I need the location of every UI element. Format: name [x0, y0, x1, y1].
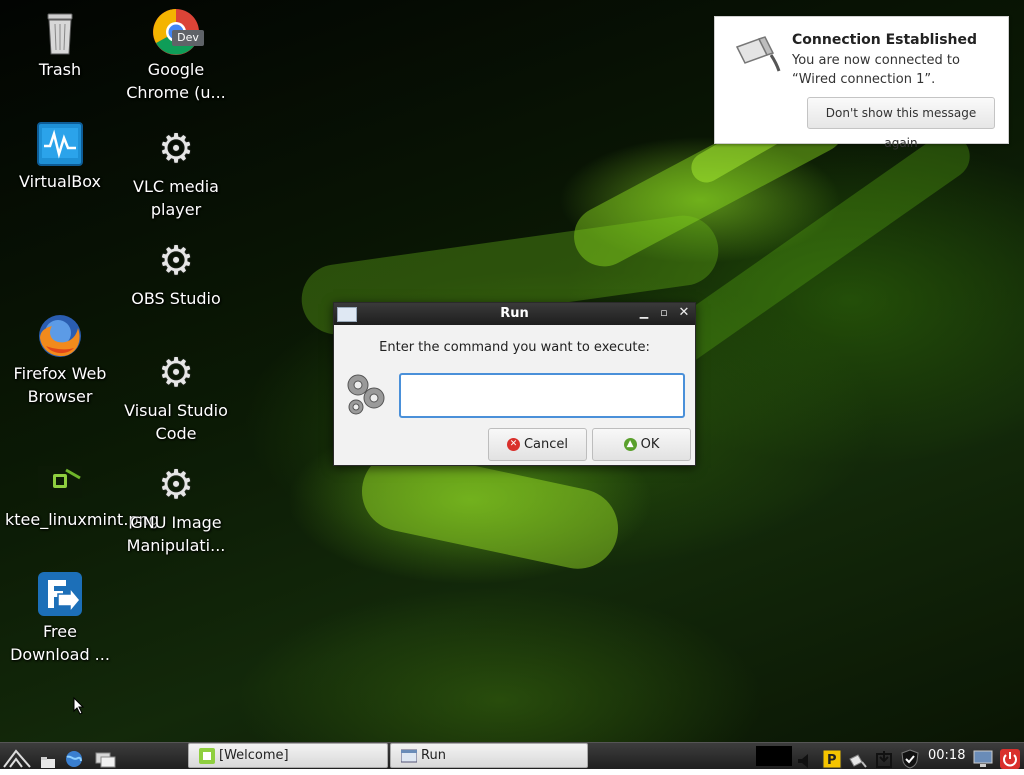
network-wired-icon[interactable]	[848, 747, 868, 773]
network-notification: Connection Established You are now conne…	[714, 16, 1009, 150]
gear-icon: ⚙	[158, 126, 194, 172]
desktop-icon-label: ktee_linuxmint.png	[5, 510, 159, 529]
run-prompt-label: Enter the command you want to execute:	[379, 340, 650, 355]
desktop-icon-label: Google Chrome (u...	[126, 60, 226, 102]
desktop-icon-label: Visual Studio Code	[124, 401, 228, 443]
free-download-manager-icon	[36, 570, 84, 618]
updates-icon[interactable]	[874, 746, 894, 772]
monitor-icon[interactable]	[972, 746, 994, 772]
gears-icon	[347, 374, 385, 415]
trash-icon	[36, 8, 84, 56]
file-manager-icon[interactable]	[40, 749, 56, 775]
shield-icon[interactable]	[900, 746, 920, 772]
gear-icon: ⚙	[158, 238, 194, 284]
cancel-button-label: Cancel	[523, 437, 569, 452]
desktop-icon-vlc[interactable]: ⚙ VLC media player	[121, 125, 231, 221]
taskbar: [Welcome] Run P 00:18	[0, 742, 1024, 769]
notification-title: Connection Established	[792, 32, 978, 48]
dont-show-again-button[interactable]: Don't show this message again	[807, 97, 995, 150]
desktop-icon-label: Free Download ...	[10, 622, 110, 664]
desktop-icon-label: GNU Image Manipulati...	[126, 513, 226, 555]
taskbar-item-label: [Welcome]	[219, 748, 289, 763]
chrome-dev-badge: Dev	[172, 30, 204, 46]
system-monitor-graph	[756, 746, 792, 766]
desktop-icon-free-download-manager[interactable]: Free Download ...	[5, 570, 115, 666]
desktop-icon-label: VirtualBox	[18, 172, 102, 191]
desktop-icon-virtualbox[interactable]: VirtualBox	[5, 120, 115, 193]
close-icon[interactable]: ✕	[677, 305, 691, 321]
desktop-icon-label: VLC media player	[133, 177, 219, 219]
volume-icon[interactable]	[796, 748, 810, 774]
svg-text:P: P	[827, 753, 837, 768]
desktop-icon-image-file[interactable]: ktee_linuxmint.png	[5, 458, 159, 531]
desktop-icon-gimp[interactable]: ⚙ GNU Image Manipulati...	[121, 461, 231, 557]
show-desktop-icon[interactable]	[95, 747, 117, 773]
ok-icon: ▲	[623, 438, 637, 451]
ok-button[interactable]: ▲ OK	[592, 428, 691, 461]
desktop-icon-label: Trash	[38, 60, 82, 79]
desktop-icon-chrome[interactable]: Dev Google Chrome (u...	[121, 8, 231, 104]
notification-body: You are now connected to “Wired connecti…	[792, 53, 960, 87]
ok-button-label: OK	[640, 437, 660, 452]
desktop: Trash Dev Google Chrome (u... VirtualBox	[0, 0, 1024, 742]
run-dialog: Run ▁ ▫ ✕ Enter the command you want to …	[333, 302, 696, 466]
gear-icon: ⚙	[158, 350, 194, 396]
command-input[interactable]	[399, 373, 685, 418]
mint-welcome-icon	[199, 747, 215, 764]
virtualbox-icon	[36, 120, 84, 168]
parcellite-clipboard-icon[interactable]: P	[822, 746, 842, 772]
firefox-icon	[36, 312, 84, 360]
mouse-cursor-icon	[73, 697, 85, 715]
taskbar-clock[interactable]: 00:18	[928, 748, 965, 763]
desktop-icon-label: Firefox Web Browser	[13, 364, 107, 406]
maximize-icon[interactable]: ▫	[657, 305, 671, 321]
window-icon	[401, 749, 417, 762]
desktop-icon-trash[interactable]: Trash	[5, 8, 115, 81]
cancel-icon: ✕	[506, 438, 520, 451]
minimize-icon[interactable]: ▁	[637, 305, 651, 321]
chrome-dev-icon: Dev	[152, 8, 204, 56]
cancel-button[interactable]: ✕ Cancel	[488, 428, 587, 461]
start-menu-icon[interactable]	[2, 745, 32, 771]
web-browser-icon[interactable]	[64, 746, 84, 772]
ethernet-cable-icon	[735, 36, 781, 72]
taskbar-item-run[interactable]: Run	[390, 743, 588, 768]
run-dialog-titlebar[interactable]: Run ▁ ▫ ✕	[334, 303, 695, 325]
desktop-icon-vscode[interactable]: ⚙ Visual Studio Code	[121, 349, 231, 445]
desktop-icon-label: OBS Studio	[131, 289, 221, 308]
power-icon[interactable]	[1000, 746, 1020, 772]
desktop-icon-obs[interactable]: ⚙ OBS Studio	[121, 237, 231, 310]
desktop-icon-firefox[interactable]: Firefox Web Browser	[5, 312, 115, 408]
gear-icon: ⚙	[158, 462, 194, 508]
taskbar-item-label: Run	[421, 748, 446, 763]
taskbar-item-welcome[interactable]: [Welcome]	[188, 743, 388, 768]
image-thumbnail-icon	[36, 458, 84, 506]
